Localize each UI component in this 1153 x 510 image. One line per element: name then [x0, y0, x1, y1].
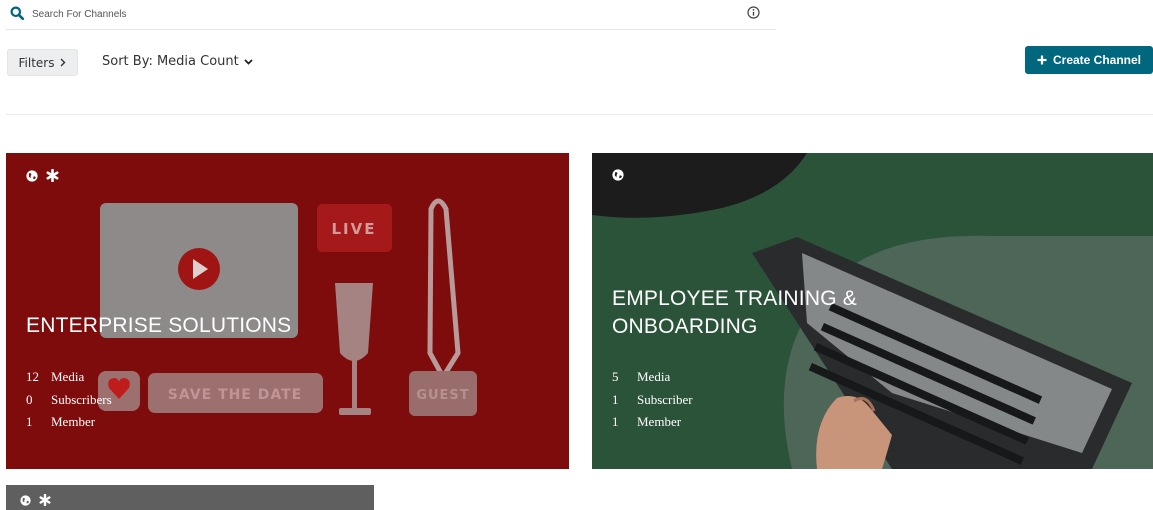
stat-value: 12 [26, 369, 39, 384]
channels-page: Filters Sort By: Media Count Create Chan… [0, 0, 1153, 510]
svg-text:LIVE: LIVE [332, 220, 377, 238]
stat-value: 1 [612, 414, 619, 429]
stat-label: Subscriber [637, 391, 693, 407]
stat-value: 1 [26, 414, 33, 429]
plus-icon [1037, 55, 1047, 65]
channel-stats: 12 Media 0 Subscribers 1 Member [26, 366, 112, 434]
info-icon[interactable] [747, 6, 760, 19]
search-input[interactable] [32, 4, 732, 24]
search-icon[interactable] [10, 6, 24, 20]
asterisk-icon [46, 169, 59, 182]
stat-media: 12 Media [26, 366, 112, 389]
create-channel-label: Create Channel [1052, 53, 1142, 67]
card-icons [20, 494, 51, 506]
stat-subscribers: 0 Subscribers [26, 389, 112, 412]
channel-card-employee-training[interactable]: EMPLOYEE TRAINING & ONBOARDING 5 Media 1… [592, 153, 1153, 469]
channel-title-line-1: EMPLOYEE TRAINING & [612, 287, 857, 310]
channel-title-line-2: ONBOARDING [612, 315, 758, 338]
create-channel-button[interactable]: Create Channel [1025, 46, 1153, 74]
channel-card-third[interactable] [6, 485, 374, 510]
stat-value: 0 [26, 391, 33, 407]
stat-media: 5 Media [612, 366, 693, 389]
channel-stats: 5 Media 1 Subscriber 1 Member [612, 366, 693, 434]
sort-dropdown[interactable]: Sort By: Media Count [102, 54, 253, 69]
stat-label: Media [51, 369, 85, 384]
channel-title: EMPLOYEE TRAINING & ONBOARDING [612, 285, 857, 341]
stat-label: Member [51, 414, 96, 429]
asterisk-icon [39, 494, 51, 506]
card-icons [26, 169, 59, 182]
globe-icon [612, 169, 624, 181]
svg-text:SAVE THE DATE: SAVE THE DATE [168, 387, 302, 403]
stat-label: Media [637, 369, 671, 384]
stat-members: 1 Member [26, 411, 112, 434]
stat-label: Member [637, 414, 682, 429]
channel-title: ENTERPRISE SOLUTIONS [26, 314, 292, 337]
filters-label: Filters [18, 55, 55, 70]
stat-value: 1 [612, 391, 619, 407]
globe-icon [20, 494, 31, 506]
chevron-down-icon [244, 58, 253, 65]
sort-label: Sort By: Media Count [102, 54, 239, 69]
card-icons [612, 169, 624, 181]
chevron-right-icon [60, 58, 66, 67]
stat-members: 1 Member [612, 411, 693, 434]
stat-value: 5 [612, 369, 619, 384]
stat-label: Subscribers [51, 391, 112, 407]
stat-subscribers: 1 Subscriber [612, 389, 693, 412]
divider [6, 114, 1153, 115]
filters-button[interactable]: Filters [7, 49, 78, 76]
svg-text:GUEST: GUEST [416, 388, 469, 403]
globe-icon [26, 169, 38, 182]
search-bar [6, 0, 776, 30]
channel-card-enterprise-solutions[interactable]: LIVE GUEST SAVE THE DATE ENTERPRISE SOLU… [6, 153, 569, 469]
